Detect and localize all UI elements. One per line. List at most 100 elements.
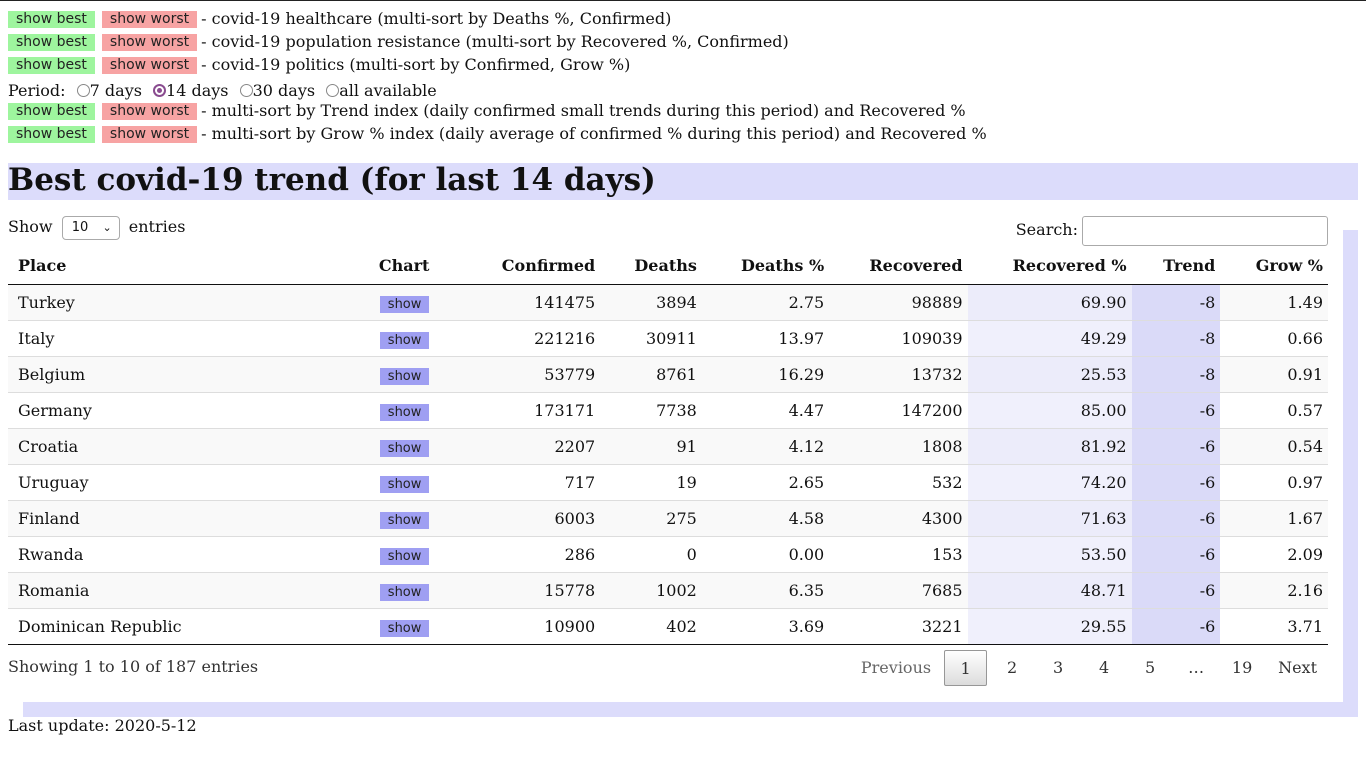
period-all-radio[interactable] bbox=[326, 84, 340, 97]
column-header-chart[interactable]: Chart bbox=[186, 247, 435, 285]
period-30-days-radio[interactable] bbox=[239, 84, 253, 97]
confirmed-cell: 6003 bbox=[434, 500, 601, 537]
period-label: Period: bbox=[8, 81, 66, 100]
search-input[interactable] bbox=[1082, 215, 1328, 246]
show-worst-grow-button[interactable]: show worst bbox=[101, 126, 198, 143]
healthcare-description: - covid-19 healthcare (multi-sort by Dea… bbox=[201, 9, 672, 28]
page-5-button[interactable]: 5 bbox=[1127, 650, 1173, 686]
show-chart-button[interactable]: show bbox=[379, 439, 430, 457]
recovered-cell: 13732 bbox=[829, 356, 968, 393]
resistance-row: show best show worst - covid-19 population… bbox=[8, 31, 789, 53]
recovered-pct-cell: 25.53 bbox=[967, 356, 1132, 393]
page-1-button[interactable]: 1 bbox=[944, 650, 988, 686]
show-chart-button[interactable]: show bbox=[379, 511, 430, 529]
deaths-cell: 19 bbox=[600, 464, 702, 501]
show-chart-button[interactable]: show bbox=[379, 619, 430, 637]
period-30-days-label[interactable]: 30 days bbox=[253, 81, 315, 100]
recovered-pct-cell: 29.55 bbox=[967, 608, 1132, 645]
show-worst-resistance-button[interactable]: show worst bbox=[101, 34, 198, 51]
period-7-days-label[interactable]: 7 days bbox=[90, 81, 142, 100]
column-header-recovered-pct[interactable]: Recovered % bbox=[967, 247, 1132, 285]
show-worst-healthcare-button[interactable]: show worst bbox=[101, 11, 198, 28]
resistance-description: - covid-19 population resistance (multi-… bbox=[201, 32, 789, 51]
period-7-days-radio[interactable] bbox=[76, 84, 90, 97]
show-chart-button[interactable]: show bbox=[379, 367, 430, 385]
recovered-pct-cell: 85.00 bbox=[967, 392, 1132, 429]
show-best-healthcare-button[interactable]: show best bbox=[8, 11, 95, 28]
grow-pct-cell: 0.66 bbox=[1220, 320, 1328, 357]
column-header-place[interactable]: Place bbox=[8, 247, 187, 285]
next-page-button[interactable]: Next bbox=[1265, 650, 1328, 686]
page-3-button[interactable]: 3 bbox=[1035, 650, 1081, 686]
column-header-deaths[interactable]: Deaths bbox=[600, 247, 702, 285]
show-best-grow-button[interactable]: show best bbox=[8, 126, 95, 143]
show-chart-button[interactable]: show bbox=[379, 547, 430, 565]
column-header-trend[interactable]: Trend bbox=[1131, 247, 1221, 285]
entries-select-value: 10 bbox=[71, 219, 89, 235]
deaths-pct-cell: 0.00 bbox=[701, 536, 830, 573]
trend-description: - multi-sort by Trend index (daily confi… bbox=[201, 101, 966, 120]
chart-cell: show bbox=[186, 608, 435, 645]
show-best-politics-button[interactable]: show best bbox=[8, 57, 95, 74]
show-chart-button[interactable]: show bbox=[379, 475, 430, 493]
confirmed-cell: 173171 bbox=[434, 392, 601, 429]
table-header-row: Place Chart Confirmed Deaths Deaths % Re… bbox=[8, 247, 1328, 285]
deaths-pct-cell: 16.29 bbox=[701, 356, 830, 393]
deaths-pct-cell: 4.12 bbox=[701, 428, 830, 465]
recovered-pct-cell: 71.63 bbox=[967, 500, 1132, 537]
show-chart-button[interactable]: show bbox=[379, 295, 430, 313]
deaths-cell: 30911 bbox=[600, 320, 702, 357]
recovered-cell: 147200 bbox=[829, 392, 968, 429]
column-header-deaths-pct[interactable]: Deaths % bbox=[701, 247, 830, 285]
recovered-pct-cell: 74.20 bbox=[967, 464, 1132, 501]
place-cell: Turkey bbox=[8, 284, 187, 321]
show-best-resistance-button[interactable]: show best bbox=[8, 34, 95, 51]
period-all-label[interactable]: all available bbox=[339, 81, 437, 100]
grow-description: - multi-sort by Grow % index (daily aver… bbox=[201, 124, 987, 143]
table-row: Rwanda show 286 0 0.00 153 53.50 -6 2.09 bbox=[8, 536, 1328, 573]
recovered-cell: 4300 bbox=[829, 500, 968, 537]
deaths-cell: 91 bbox=[600, 428, 702, 465]
recovered-cell: 153 bbox=[829, 536, 968, 573]
deaths-pct-cell: 6.35 bbox=[701, 572, 830, 609]
deaths-cell: 7738 bbox=[600, 392, 702, 429]
show-worst-politics-button[interactable]: show worst bbox=[101, 57, 198, 74]
place-cell: Dominican Republic bbox=[8, 608, 187, 645]
trend-row: show best show worst - multi-sort by Trend… bbox=[8, 100, 966, 122]
previous-page-button[interactable]: Previous bbox=[850, 650, 944, 686]
entries-select[interactable]: 10 ⌄ bbox=[61, 215, 120, 240]
show-best-trend-button[interactable]: show best bbox=[8, 103, 95, 120]
deaths-pct-cell: 2.75 bbox=[701, 284, 830, 321]
recovered-pct-cell: 48.71 bbox=[967, 572, 1132, 609]
page-19-button[interactable]: 19 bbox=[1219, 650, 1265, 686]
deaths-cell: 1002 bbox=[600, 572, 702, 609]
show-chart-button[interactable]: show bbox=[379, 583, 430, 601]
table-row: Finland show 6003 275 4.58 4300 71.63 -6… bbox=[8, 500, 1328, 537]
deaths-pct-cell: 13.97 bbox=[701, 320, 830, 357]
show-chart-button[interactable]: show bbox=[379, 331, 430, 349]
period-14-days-radio[interactable] bbox=[153, 84, 167, 97]
show-worst-trend-button[interactable]: show worst bbox=[101, 103, 198, 120]
table-body: Turkey show 141475 3894 2.75 98889 69.90… bbox=[8, 284, 1328, 645]
table-row: Romania show 15778 1002 6.35 7685 48.71 … bbox=[8, 572, 1328, 609]
trend-cell: -6 bbox=[1131, 572, 1221, 609]
page-title: Best covid-19 trend (for last 14 days) bbox=[8, 162, 656, 198]
grow-pct-cell: 0.54 bbox=[1220, 428, 1328, 465]
page-2-button[interactable]: 2 bbox=[989, 650, 1035, 686]
recovered-pct-cell: 53.50 bbox=[967, 536, 1132, 573]
deaths-cell: 275 bbox=[600, 500, 702, 537]
deaths-pct-cell: 2.65 bbox=[701, 464, 830, 501]
column-header-confirmed[interactable]: Confirmed bbox=[434, 247, 601, 285]
place-cell: Belgium bbox=[8, 356, 187, 393]
show-chart-button[interactable]: show bbox=[379, 403, 430, 421]
grow-pct-cell: 1.49 bbox=[1220, 284, 1328, 321]
page-4-button[interactable]: 4 bbox=[1081, 650, 1127, 686]
place-cell: Uruguay bbox=[8, 464, 187, 501]
column-header-grow-pct[interactable]: Grow % bbox=[1220, 247, 1328, 285]
confirmed-cell: 2207 bbox=[434, 428, 601, 465]
chart-cell: show bbox=[186, 464, 435, 501]
period-14-days-label[interactable]: 14 days bbox=[166, 81, 228, 100]
covid-table: Place Chart Confirmed Deaths Deaths % Re… bbox=[8, 247, 1328, 645]
table-row: Belgium show 53779 8761 16.29 13732 25.5… bbox=[8, 356, 1328, 393]
column-header-recovered[interactable]: Recovered bbox=[829, 247, 968, 285]
